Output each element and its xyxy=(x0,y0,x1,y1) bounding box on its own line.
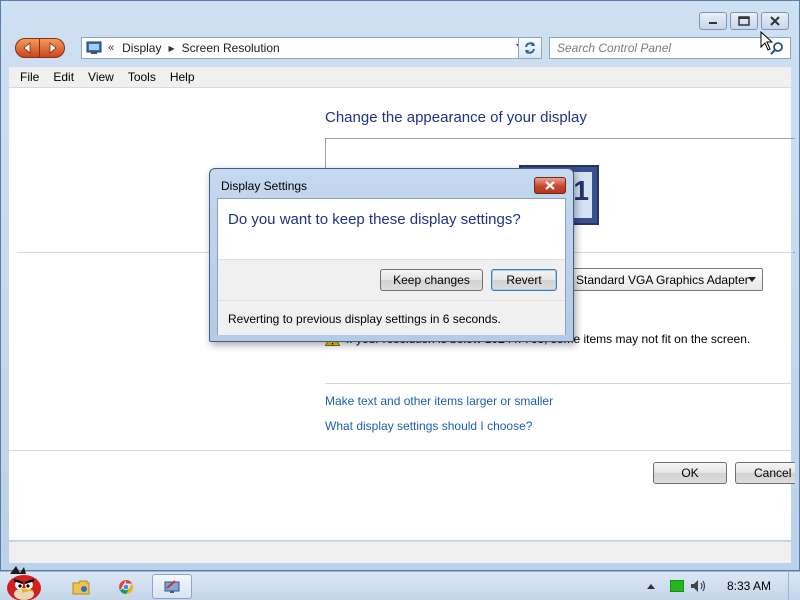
dialog-actions: Keep changes Revert xyxy=(218,259,565,301)
keep-changes-button[interactable]: Keep changes xyxy=(380,269,483,291)
menu-file[interactable]: File xyxy=(20,70,39,84)
search-placeholder: Search Control Panel xyxy=(557,41,672,55)
show-hidden-icons-icon[interactable] xyxy=(646,583,656,591)
breadcrumb-screen-resolution[interactable]: Screen Resolution xyxy=(182,41,280,55)
folder-icon xyxy=(72,580,90,594)
close-window-button[interactable] xyxy=(761,12,789,30)
control-panel-icon xyxy=(86,41,102,54)
display-settings-dialog: Display Settings Do you want to keep the… xyxy=(209,168,574,342)
display-adapter-select[interactable]: Standard VGA Graphics Adapter xyxy=(569,268,763,291)
maximize-button[interactable] xyxy=(730,12,758,30)
refresh-button[interactable] xyxy=(518,37,542,59)
page-title: Change the appearance of your display xyxy=(325,109,587,126)
chrome-icon xyxy=(119,579,134,594)
explorer-taskbar-button[interactable] xyxy=(61,574,101,599)
dialog-footer: Reverting to previous display settings i… xyxy=(218,301,565,335)
refresh-icon xyxy=(525,42,535,54)
link-text-size[interactable]: Make text and other items larger or smal… xyxy=(325,394,553,408)
revert-countdown-text: Reverting to previous display settings i… xyxy=(228,312,501,326)
search-input[interactable]: Search Control Panel xyxy=(549,37,791,59)
chevron-down-icon xyxy=(748,277,756,282)
revert-button[interactable]: Revert xyxy=(491,269,557,291)
back-button[interactable] xyxy=(15,38,40,58)
monitor-number: 1 xyxy=(573,175,589,206)
minimize-button[interactable] xyxy=(699,12,727,30)
dialog-body: Do you want to keep these display settin… xyxy=(217,198,566,335)
status-bar xyxy=(9,541,791,563)
menu-edit[interactable]: Edit xyxy=(53,70,74,84)
angry-birds-start-icon[interactable] xyxy=(2,564,48,600)
menu-tools[interactable]: Tools xyxy=(128,70,156,84)
breadcrumb-overflow[interactable]: « xyxy=(108,42,114,54)
links-divider xyxy=(325,383,793,384)
footer-divider xyxy=(9,450,793,451)
forward-arrow-icon xyxy=(49,42,57,54)
breadcrumb-display[interactable]: Display xyxy=(122,41,161,55)
back-arrow-icon xyxy=(22,42,30,54)
dialog-title: Display Settings xyxy=(221,179,308,193)
close-icon xyxy=(545,181,555,190)
restore-icon xyxy=(738,16,750,26)
menu-help[interactable]: Help xyxy=(170,70,195,84)
chrome-taskbar-button[interactable] xyxy=(106,574,146,599)
cancel-button[interactable]: Cancel xyxy=(735,462,795,484)
menu-view[interactable]: View xyxy=(88,70,114,84)
forward-button[interactable] xyxy=(40,38,65,58)
mouse-cursor-icon xyxy=(760,31,774,51)
address-bar[interactable]: « Display ▶ Screen Resolution xyxy=(81,37,529,59)
window-caption-buttons xyxy=(699,12,789,30)
volume-icon[interactable] xyxy=(690,579,708,593)
ok-button[interactable]: OK xyxy=(653,462,727,484)
link-display-help[interactable]: What display settings should I choose? xyxy=(325,419,532,433)
minimize-icon xyxy=(709,22,717,24)
display-settings-taskbar-button[interactable] xyxy=(152,574,192,599)
navigation-bar: « Display ▶ Screen Resolution Search Con… xyxy=(13,37,791,59)
dialog-close-button[interactable] xyxy=(534,177,566,194)
menu-bar: File Edit View Tools Help xyxy=(9,67,791,88)
breadcrumb-chevron-icon[interactable]: ▶ xyxy=(168,44,174,53)
show-desktop-button[interactable] xyxy=(788,572,800,600)
nav-arrows xyxy=(15,38,65,58)
display-settings-icon xyxy=(164,579,180,593)
taskbar-clock[interactable]: 8:33 AM xyxy=(727,579,771,593)
close-icon xyxy=(770,16,780,26)
dialog-question: Do you want to keep these display settin… xyxy=(228,211,521,228)
taskbar: 8:33 AM xyxy=(0,566,800,600)
display-adapter-value: Standard VGA Graphics Adapter xyxy=(576,273,749,287)
network-icon[interactable] xyxy=(670,580,684,592)
